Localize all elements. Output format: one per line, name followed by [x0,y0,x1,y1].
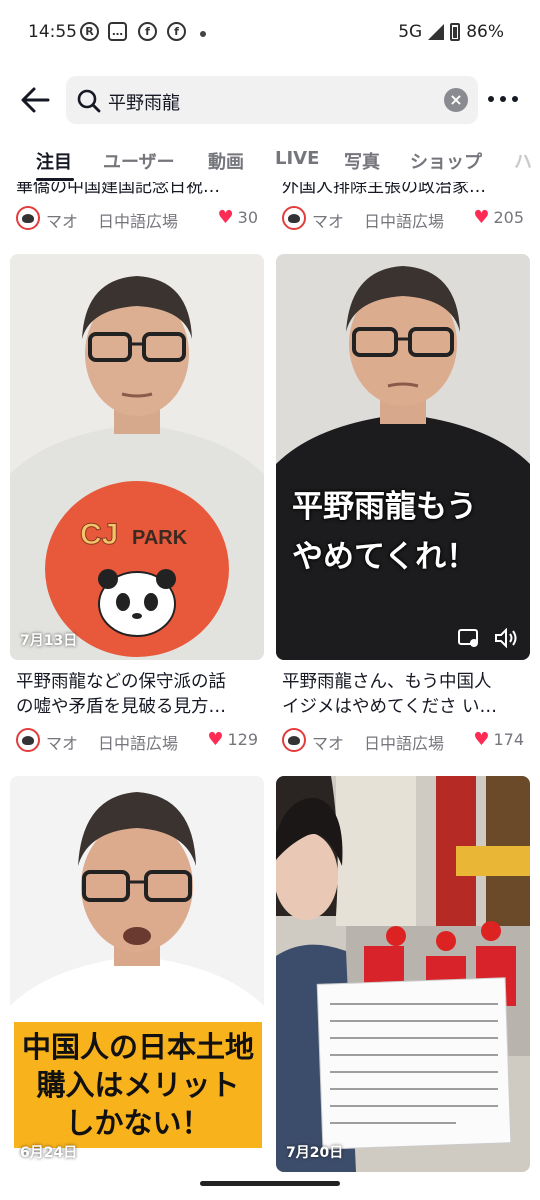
facebook-icon: f [138,22,157,41]
avatar[interactable] [16,206,40,230]
tab-more[interactable]: ハ [514,148,532,174]
card-meta: マオ 日中語広場 ♥ 174 [276,726,530,756]
like-number: 205 [493,208,524,227]
person-illustration [276,254,530,660]
avatar[interactable] [282,206,306,230]
video-thumbnail[interactable]: CJ PARK 7月13日 [10,254,264,660]
card-title[interactable]: 平野雨龍などの保守派の話 [10,670,264,695]
channel-name: 日中語広場 [98,734,179,753]
like-count[interactable]: ♥ 174 [473,730,524,749]
post-date: 6月24日 [20,1145,78,1161]
tab-top[interactable]: 注目 [36,148,72,174]
search-header: 平野雨龍 × [0,72,540,128]
dot-icon [488,96,494,102]
caption-line: 中国人の日本土地 [22,1030,255,1064]
caption-line: しかない！ [65,1106,211,1140]
caption-line: 購入はメリット [36,1068,240,1102]
result-card[interactable]: 外国人排除主張の政治家… マオ 日中語広場 ♥ 205 [276,182,530,242]
tab-videos[interactable]: 動画 [208,148,244,174]
dot-icon [500,96,506,102]
like-count[interactable]: ♥ 30 [218,208,259,227]
notification-r-icon: R [80,22,99,41]
post-date: 7月20日 [286,1145,344,1161]
video-thumbnail[interactable]: 中国人の日本土地 購入はメリット しかない！ 6月24日 [10,776,264,1172]
card-meta: マオ 日中語広場 ♥ 129 [10,726,264,756]
card-title-line2[interactable]: イジメはやめてくださ い… [276,695,530,720]
dot-icon [512,96,518,102]
facebook-icon: f [167,22,186,41]
svg-text:CJ: CJ [80,518,118,551]
video-caption-overlay: 中国人の日本土地 購入はメリット しかない！ [14,1022,262,1148]
more-notifications-dot-icon [200,31,206,37]
captions-icon[interactable] [458,628,480,648]
clear-search-button[interactable]: × [444,88,468,112]
search-query: 平野雨龍 [108,93,180,114]
street-scene-illustration [276,776,530,1172]
search-icon [77,89,101,113]
heart-icon: ♥ [473,206,490,228]
battery-percent: 86% [466,22,504,42]
avatar[interactable] [16,728,40,752]
person-illustration: CJ PARK [10,254,264,660]
tab-shop[interactable]: ショップ [410,148,482,174]
post-date: 7月13日 [20,633,78,649]
card-meta: マオ 日中語広場 ♥ 30 [10,204,264,234]
volume-icon[interactable] [494,628,518,648]
svg-text:PARK: PARK [132,527,188,549]
home-indicator[interactable] [200,1181,340,1186]
heart-icon: ♥ [217,206,234,228]
card-title[interactable]: 平野雨龍さん、もう中国人 [276,670,530,695]
status-bar: 14:55 R … f f 5G 86% [0,0,540,66]
arrow-left-icon [21,87,50,113]
card-meta: マオ 日中語広場 ♥ 205 [276,204,530,234]
author-name[interactable]: マオ [46,730,78,754]
channel-name: 日中語広場 [364,734,445,753]
tab-live[interactable]: LIVE [275,148,319,169]
channel-name: 日中語広場 [364,212,445,231]
video-thumbnail[interactable]: 7月20日 [276,776,530,1172]
tab-photos[interactable]: 写真 [344,148,380,174]
more-options-button[interactable] [488,86,518,112]
result-card[interactable]: 華僑の中国建国記念日祝… マオ 日中語広場 ♥ 30 [10,182,264,242]
author-name[interactable]: マオ [312,730,344,754]
card-title: 華僑の中国建国記念日祝… [16,182,220,197]
tab-users[interactable]: ユーザー [103,148,175,174]
search-tabs: 注目 ユーザー 動画 LIVE 写真 ショップ ハ [0,140,540,182]
like-count[interactable]: ♥ 205 [473,208,524,227]
like-number: 30 [237,208,258,227]
author-name[interactable]: マオ [46,208,78,232]
like-number: 129 [227,730,258,749]
channel-name: 日中語広場 [98,212,179,231]
search-input[interactable]: 平野雨龍 × [66,76,478,124]
active-tab-indicator [36,178,74,181]
signal-icon [428,24,445,40]
status-right: 5G 86% [398,22,504,42]
avatar[interactable] [282,728,306,752]
heart-icon: ♥ [473,728,490,750]
card-title: 外国人排除主張の政治家… [282,182,486,197]
video-caption-overlay-line2: やめてくれ！ [292,539,478,575]
video-thumbnail[interactable]: 平野雨龍もう やめてくれ！ [276,254,530,660]
results-grid: 華僑の中国建国記念日祝… マオ 日中語広場 ♥ 30 外国人排除主張の政治家… マ… [0,182,540,1182]
heart-icon: ♥ [207,728,224,750]
like-count[interactable]: ♥ 129 [207,730,258,749]
like-number: 174 [493,730,524,749]
author-name[interactable]: マオ [312,208,344,232]
video-controls [458,628,518,648]
chat-notification-icon: … [108,22,127,41]
status-time: 14:55 [28,22,77,42]
video-caption-overlay: 平野雨龍もう [292,489,478,525]
network-type: 5G [398,22,423,42]
card-title-line2[interactable]: の嘘や矛盾を見破る見方… [10,695,264,720]
battery-icon [450,23,461,41]
back-button[interactable] [18,82,54,118]
